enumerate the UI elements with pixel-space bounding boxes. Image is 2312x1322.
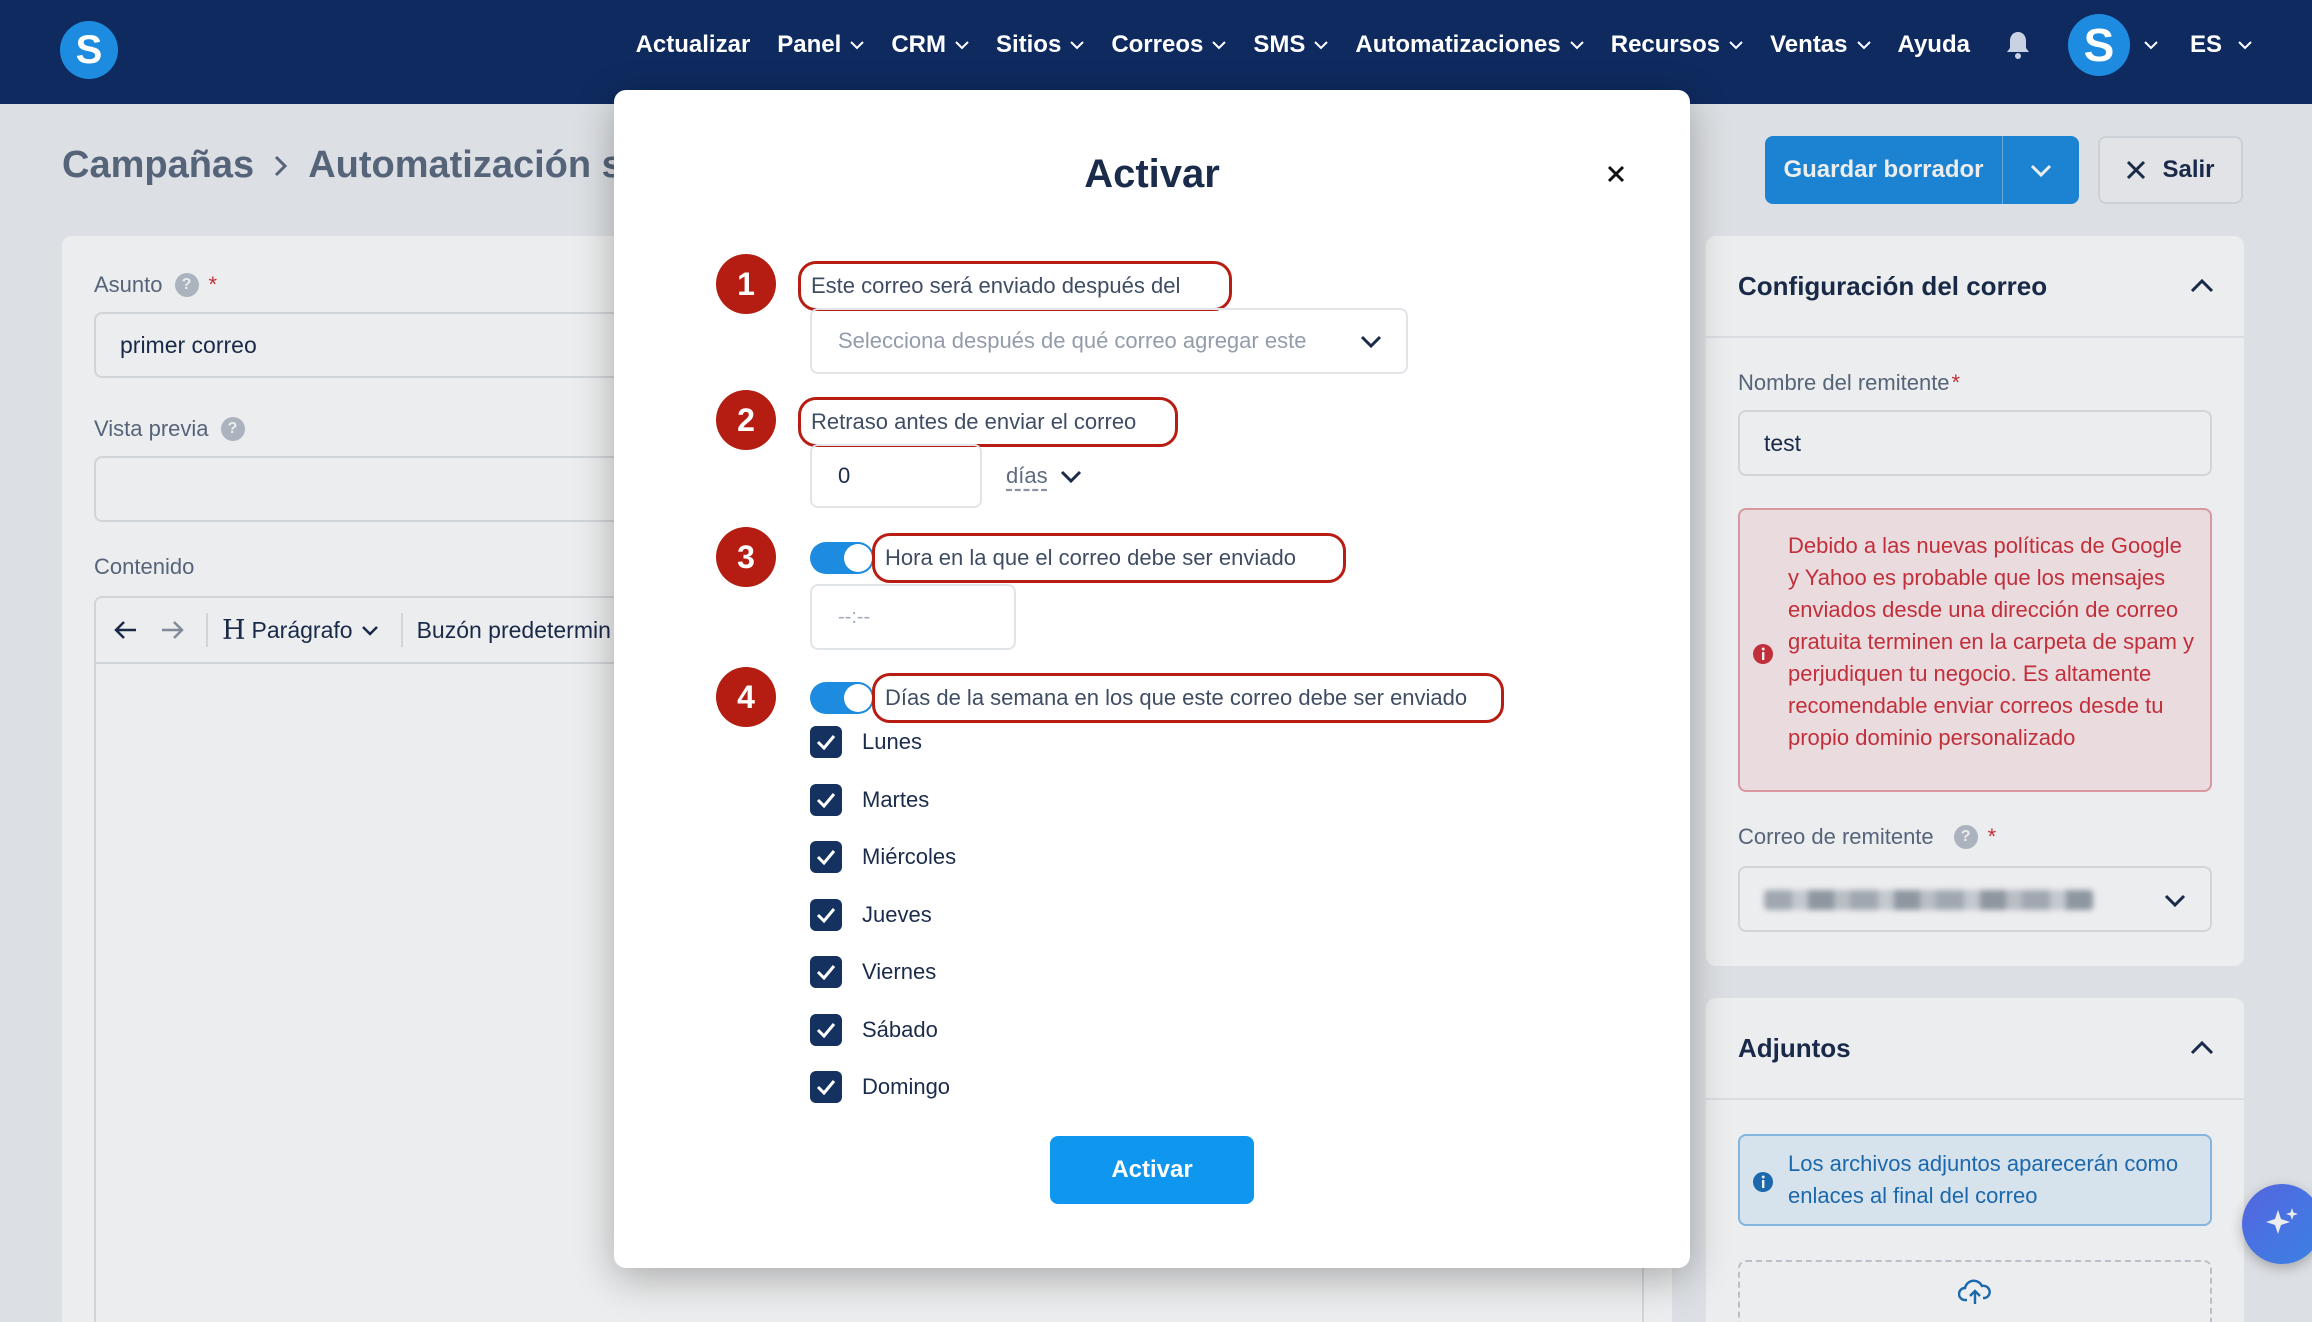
chevron-down-icon (1570, 40, 1584, 49)
day-label: Domingo (862, 1074, 951, 1099)
weekdays-label: Días de la semana en los que este correo… (872, 673, 1504, 723)
nav-label: SMS (1253, 31, 1306, 58)
main-nav: Actualizar Panel CRM Sitios Correos SMS … (609, 0, 2252, 90)
nav-label: Panel (777, 31, 842, 58)
nav-label: Recursos (1610, 31, 1721, 58)
nav-item-panel[interactable]: Panel (777, 31, 865, 59)
chevron-down-icon (1360, 335, 1382, 348)
nav-label: Sitios (995, 31, 1062, 58)
language-label: ES (2189, 31, 2222, 58)
user-avatar[interactable]: S (2067, 14, 2130, 76)
bell-icon[interactable] (2004, 30, 2032, 60)
close-icon[interactable] (1596, 154, 1636, 194)
checkbox-checked-icon (810, 1014, 842, 1046)
chevron-down-icon (1314, 40, 1329, 49)
chevron-down-icon (1856, 40, 1871, 49)
day-checkbox-miercoles[interactable]: Miércoles (810, 839, 956, 875)
checkbox-checked-icon (810, 726, 842, 758)
previous-email-placeholder: Selecciona después de qué correo agregar… (838, 328, 1307, 353)
nav-label: Correos (1111, 31, 1204, 58)
nav-item-automatizaciones[interactable]: Automatizaciones (1355, 31, 1584, 59)
nav-item-recursos[interactable]: Recursos (1611, 31, 1743, 59)
nav-label: CRM (891, 31, 946, 58)
delay-value: 0 (838, 463, 851, 488)
day-checkbox-lunes[interactable]: Lunes (810, 724, 922, 760)
nav-label: Actualizar (635, 31, 751, 58)
nav-item-actualizar[interactable]: Actualizar (636, 31, 751, 59)
nav-item-sitios[interactable]: Sitios (995, 31, 1085, 59)
day-label: Miércoles (862, 844, 957, 869)
day-checkbox-domingo[interactable]: Domingo (810, 1069, 950, 1105)
chevron-down-icon (1070, 40, 1085, 49)
day-checkbox-jueves[interactable]: Jueves (810, 897, 932, 933)
day-checkbox-martes[interactable]: Martes (810, 782, 929, 818)
send-time-placeholder: --:-- (838, 605, 871, 628)
nav-item-crm[interactable]: CRM (891, 31, 969, 59)
step-badge-2: 2 (716, 390, 776, 450)
nav-label: Ayuda (1897, 31, 1970, 58)
checkbox-checked-icon (810, 784, 842, 816)
chevron-down-icon (1729, 40, 1743, 49)
chevron-down-icon (1060, 470, 1081, 483)
delay-input[interactable]: 0 (810, 444, 982, 508)
weekdays-toggle[interactable] (810, 682, 874, 714)
step-badge-3: 3 (716, 527, 776, 587)
nav-item-ventas[interactable]: Ventas (1770, 31, 1871, 59)
activate-button[interactable]: Activar (1050, 1136, 1254, 1204)
nav-label: Automatizaciones (1355, 31, 1561, 58)
modal-title: Activar (1084, 152, 1220, 196)
step-badge-1: 1 (716, 254, 776, 314)
day-checkbox-sabado[interactable]: Sábado (810, 1012, 938, 1048)
nav-item-ayuda[interactable]: Ayuda (1898, 31, 1970, 59)
day-label: Lunes (862, 729, 922, 754)
nav-label: Ventas (1770, 31, 1848, 58)
checkbox-checked-icon (810, 841, 842, 873)
after-email-label: Este correo será enviado después del (798, 261, 1232, 311)
checkbox-checked-icon (810, 1071, 842, 1103)
app-logo[interactable]: S (60, 21, 118, 79)
chevron-down-icon[interactable] (2144, 40, 2158, 50)
checkbox-checked-icon (810, 899, 842, 931)
send-time-input[interactable]: --:-- (810, 584, 1016, 650)
send-time-label: Hora en la que el correo debe ser enviad… (872, 533, 1346, 583)
delay-unit-label: días (1006, 463, 1048, 488)
chevron-down-icon (2238, 40, 2252, 49)
nav-item-sms[interactable]: SMS (1253, 31, 1329, 59)
chevron-down-icon (955, 40, 969, 49)
previous-email-select[interactable]: Selecciona después de qué correo agregar… (810, 308, 1408, 374)
send-time-toggle[interactable] (810, 542, 874, 574)
day-label: Sábado (862, 1017, 938, 1042)
day-label: Martes (862, 787, 930, 812)
step-badge-4: 4 (716, 667, 776, 727)
day-label: Viernes (862, 959, 937, 984)
chevron-down-icon (1212, 40, 1227, 49)
day-checkbox-viernes[interactable]: Viernes (810, 954, 936, 990)
language-selector[interactable]: ES (2190, 31, 2252, 59)
chevron-down-icon (850, 40, 865, 49)
delay-unit-dropdown[interactable]: días (1006, 454, 1082, 498)
day-label: Jueves (862, 902, 932, 927)
nav-item-correos[interactable]: Correos (1111, 31, 1227, 59)
checkbox-checked-icon (810, 956, 842, 988)
activate-modal: Activar 1 Este correo será enviado despu… (614, 90, 1690, 1268)
top-navigation-bar: S Actualizar Panel CRM Sitios Correos SM… (0, 0, 2312, 104)
delay-label: Retraso antes de enviar el correo (798, 397, 1178, 447)
